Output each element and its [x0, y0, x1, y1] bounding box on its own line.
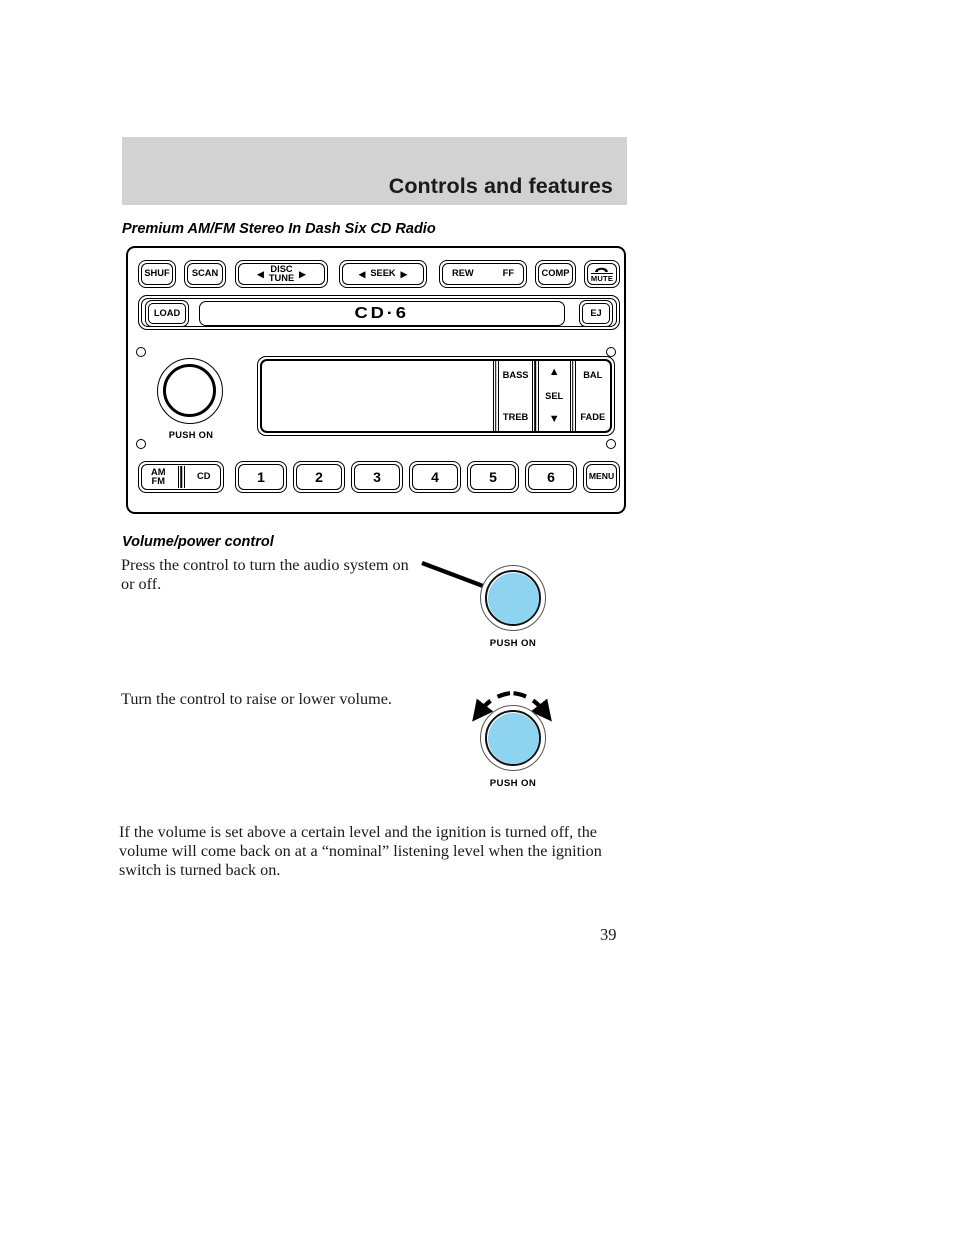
cd-load-button[interactable]: LOAD [145, 300, 189, 327]
turn-knob-diagram: PUSH ON [425, 690, 585, 800]
preset-label: 4 [431, 468, 439, 485]
preset-label: 5 [489, 468, 497, 485]
right-arrow-icon: ▶ [299, 268, 306, 279]
rewind-label: REW [452, 268, 474, 279]
scan-label: SCAN [191, 268, 219, 279]
am-fm-cd-source-button[interactable]: AM FM CD [138, 461, 224, 493]
fm-label: FM [151, 476, 165, 486]
mute-button[interactable]: MUTE [584, 260, 620, 288]
mounting-hole-icon [136, 347, 146, 357]
preset-label: 3 [373, 468, 381, 485]
cd-side[interactable]: CD [185, 462, 224, 492]
menu-button[interactable]: MENU [583, 461, 620, 493]
am-fm-side[interactable]: AM FM [139, 462, 178, 492]
cd-load-strip: LOAD CD·6 EJ [138, 295, 620, 330]
preset-button-1[interactable]: 1 [235, 461, 287, 493]
knob-cap[interactable] [487, 712, 539, 764]
rewind-fastforward-button[interactable]: REW FF [439, 260, 527, 288]
fastforward-label: FF [502, 268, 514, 279]
shuffle-button[interactable]: SHUF [138, 260, 176, 288]
fade-label: FADE [580, 411, 606, 422]
press-control-text: Press the control to turn the audio syst… [121, 556, 409, 594]
mute-label: MUTE [590, 273, 614, 283]
radio-display-panel: BASS TREB ▲ SEL ▼ BAL FADE [257, 356, 615, 436]
seek-label: SEEK [370, 268, 396, 279]
menu-label: MENU [588, 471, 615, 482]
push-on-caption: PUSH ON [489, 778, 537, 789]
page-header-band: Controls and features [122, 137, 627, 205]
volume-note-text: If the volume is set above a certain lev… [119, 823, 602, 880]
divider [177, 466, 185, 488]
bass-treble-button[interactable]: BASS TREB [499, 361, 533, 430]
load-label: LOAD [153, 307, 181, 318]
mounting-hole-icon [136, 439, 146, 449]
preset-label: 1 [257, 468, 265, 485]
page-number: 39 [600, 925, 617, 944]
shuffle-label: SHUF [144, 268, 170, 279]
cd-label: CD [197, 471, 211, 482]
comp-label: COMP [541, 268, 570, 279]
cd-six-label: CD·6 [354, 304, 410, 322]
left-arrow-icon: ◀ [358, 268, 366, 279]
press-knob-diagram: PUSH ON [421, 550, 585, 660]
audio-control-cluster: BASS TREB ▲ SEL ▼ BAL FADE [492, 361, 610, 431]
eject-label: EJ [590, 307, 602, 318]
mounting-hole-icon [606, 439, 616, 449]
volume-section-heading: Volume/power control [122, 534, 274, 550]
up-arrow-icon[interactable]: ▲ [549, 367, 560, 378]
preset-button-2[interactable]: 2 [293, 461, 345, 493]
radio-faceplate-diagram: SHUF SCAN ◀ DISC TUNE ▶ ◀ SEEK ▶ REW FF … [126, 246, 626, 514]
radio-section-heading: Premium AM/FM Stereo In Dash Six CD Radi… [122, 221, 436, 237]
select-control[interactable]: ▲ SEL ▼ [539, 361, 570, 430]
preset-button-6[interactable]: 6 [525, 461, 577, 493]
down-arrow-icon[interactable]: ▼ [549, 413, 560, 425]
balance-fade-button[interactable]: BAL FADE [576, 361, 610, 430]
push-on-caption: PUSH ON [489, 638, 537, 649]
preset-button-4[interactable]: 4 [409, 461, 461, 493]
sel-label: SEL [545, 391, 564, 401]
radio-display-screen: BASS TREB ▲ SEL ▼ BAL FADE [260, 359, 612, 433]
push-on-caption: PUSH ON [168, 430, 214, 440]
compression-button[interactable]: COMP [535, 260, 576, 288]
scan-button[interactable]: SCAN [184, 260, 226, 288]
page-title: Controls and features [388, 174, 613, 198]
cd-slot-display: CD·6 [199, 301, 565, 326]
seek-button[interactable]: ◀ SEEK ▶ [339, 260, 427, 288]
volume-knob-face [162, 363, 216, 417]
right-arrow-icon: ▶ [400, 268, 408, 279]
volume-knob[interactable] [157, 358, 223, 424]
preset-label: 6 [547, 468, 555, 485]
preset-button-3[interactable]: 3 [351, 461, 403, 493]
handset-glyph [595, 268, 609, 273]
knob-cap[interactable] [487, 572, 539, 624]
treble-label: TREB [502, 411, 529, 422]
left-arrow-icon: ◀ [257, 268, 264, 279]
preset-button-5[interactable]: 5 [467, 461, 519, 493]
bass-label: BASS [502, 370, 529, 381]
balance-label: BAL [583, 370, 603, 381]
turn-control-text: Turn the control to raise or lower volum… [121, 690, 392, 708]
preset-label: 2 [315, 468, 323, 485]
cd-eject-button[interactable]: EJ [579, 300, 613, 327]
disc-tune-button[interactable]: ◀ DISC TUNE ▶ [235, 260, 328, 288]
tune-label: TUNE [268, 273, 295, 283]
phone-handset-icon [594, 265, 609, 273]
